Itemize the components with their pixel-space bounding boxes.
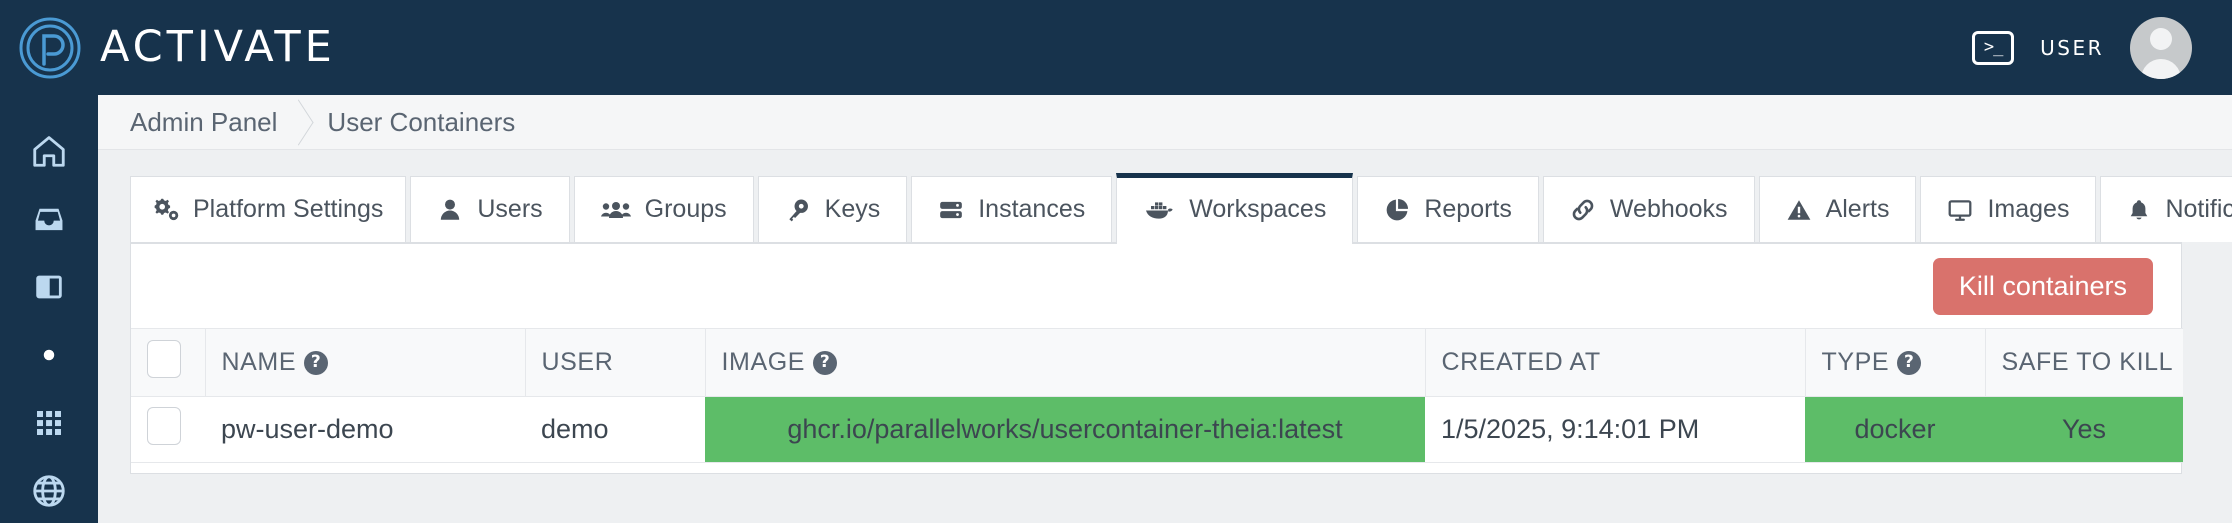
sidebar-item-grid[interactable] (0, 389, 98, 457)
warning-triangle-icon (1786, 197, 1812, 223)
terminal-icon[interactable]: >_ (1972, 30, 2015, 65)
column-label: IMAGE (721, 348, 806, 376)
top-header-bar: ACTIVATE >_ USER (0, 0, 2232, 95)
user-containers-table: NAME ? USER IMAGE ? CREATED AT TYPE ? SA… (131, 328, 2183, 463)
globe-icon (33, 475, 65, 507)
tab-workspaces[interactable]: Workspaces (1116, 173, 1354, 244)
select-all-header (131, 328, 205, 397)
tab-platform-settings[interactable]: Platform Settings (130, 176, 407, 242)
help-icon[interactable]: ? (304, 350, 329, 375)
card-toolbar: Kill containers (131, 244, 2181, 328)
home-icon (33, 136, 65, 167)
grid-icon (37, 411, 61, 435)
column-label: CREATED AT (1441, 348, 1601, 376)
tab-keys[interactable]: Keys (757, 176, 908, 242)
tab-reports[interactable]: Reports (1357, 176, 1539, 242)
brand-logo-area[interactable]: ACTIVATE (18, 16, 336, 80)
cell-created-at: 1/5/2025, 9:14:01 PM (1425, 396, 1805, 463)
tab-groups[interactable]: Groups (573, 176, 754, 242)
tab-label: Instances (978, 194, 1086, 223)
tab-label: Keys (824, 194, 881, 223)
tab-label: Workspaces (1189, 195, 1327, 224)
column-label: USER (541, 348, 614, 376)
main-content: Admin Panel User Containers Platform Set… (98, 95, 2232, 523)
sidebar-item-dot[interactable] (0, 321, 98, 389)
bell-icon (2127, 197, 2151, 223)
column-header-image[interactable]: IMAGE ? (704, 328, 1425, 397)
tab-label: Platform Settings (193, 194, 384, 223)
user-menu-label[interactable]: USER (2040, 36, 2104, 60)
tab-label: Images (1987, 194, 2070, 223)
breadcrumb: Admin Panel User Containers (98, 95, 2232, 150)
sidebar-item-panel[interactable] (0, 253, 98, 321)
cell-image: ghcr.io/parallelworks/usercontainer-thei… (705, 396, 1425, 463)
tab-label: Users (477, 194, 543, 223)
left-sidebar (0, 95, 98, 523)
users-icon (600, 197, 631, 223)
breadcrumb-item-admin-panel[interactable]: Admin Panel (130, 107, 277, 138)
link-icon (1570, 197, 1596, 223)
containers-card: Kill containers NAME ? USER IMAGE ? CREA… (130, 244, 2183, 474)
panel-icon (36, 275, 62, 299)
column-label: NAME (221, 348, 297, 376)
kill-containers-button[interactable]: Kill containers (1932, 257, 2153, 315)
header-right-controls: >_ USER (1972, 16, 2192, 79)
cell-safe-to-kill: Yes (1985, 396, 2183, 463)
column-header-name[interactable]: NAME ? (204, 328, 525, 397)
tab-users[interactable]: Users (410, 176, 570, 242)
tab-label: Notifications (2165, 194, 2232, 223)
tab-label: Alerts (1825, 194, 1890, 223)
column-header-safe-to-kill[interactable]: SAFE TO KILL (1984, 328, 2183, 397)
tab-notifications[interactable]: Notifications (2100, 176, 2232, 242)
column-header-created-at[interactable]: CREATED AT (1424, 328, 1805, 397)
sidebar-item-inbox[interactable] (0, 185, 98, 253)
pie-chart-icon (1384, 197, 1410, 223)
parallel-works-fingerprint-logo (19, 17, 81, 78)
select-all-checkbox[interactable] (147, 340, 181, 378)
tab-label: Webhooks (1609, 194, 1728, 223)
column-header-user[interactable]: USER (524, 328, 705, 397)
inbox-icon (35, 208, 63, 231)
tab-label: Reports (1424, 194, 1512, 223)
key-icon (785, 197, 811, 223)
row-select-cell (131, 396, 205, 463)
row-checkbox[interactable] (147, 407, 181, 445)
admin-tab-bar: Platform Settings Users Groups Keys Inst… (130, 173, 2232, 244)
sidebar-item-globe[interactable] (0, 457, 98, 523)
monitor-icon (1947, 197, 1973, 223)
chevron-right-icon (277, 95, 327, 150)
cell-type: docker (1805, 396, 1985, 463)
panel-wrapper: Platform Settings Users Groups Keys Inst… (98, 150, 2232, 474)
tab-webhooks[interactable]: Webhooks (1542, 176, 1755, 242)
cell-user: demo (525, 396, 705, 463)
help-icon[interactable]: ? (1897, 350, 1922, 375)
brand-name: ACTIVATE (100, 22, 336, 72)
tab-instances[interactable]: Instances (911, 176, 1113, 242)
user-icon (437, 197, 463, 223)
tab-alerts[interactable]: Alerts (1758, 176, 1917, 242)
help-icon[interactable]: ? (813, 350, 838, 375)
cogs-icon (153, 197, 179, 223)
server-icon (938, 197, 964, 223)
breadcrumb-item-user-containers[interactable]: User Containers (327, 107, 515, 138)
sidebar-item-home[interactable] (0, 117, 98, 185)
tab-label: Groups (644, 194, 727, 223)
column-label: SAFE TO KILL (2001, 348, 2174, 376)
avatar[interactable] (2130, 16, 2192, 79)
docker-whale-icon (1143, 197, 1175, 223)
admin-panel-page: ACTIVATE >_ USER Admin Panel User Contai… (0, 0, 2232, 523)
tab-images[interactable]: Images (1920, 176, 2097, 242)
column-header-type[interactable]: TYPE ? (1804, 328, 1985, 397)
column-label: TYPE (1821, 348, 1890, 376)
cell-name: pw-user-demo (205, 396, 525, 463)
dot-icon (43, 349, 55, 361)
table-row[interactable]: pw-user-demo demo ghcr.io/parallelworks/… (131, 396, 2183, 463)
table-header-row: NAME ? USER IMAGE ? CREATED AT TYPE ? SA… (131, 328, 2183, 397)
terminal-prompt-glyph: >_ (1983, 37, 2004, 57)
